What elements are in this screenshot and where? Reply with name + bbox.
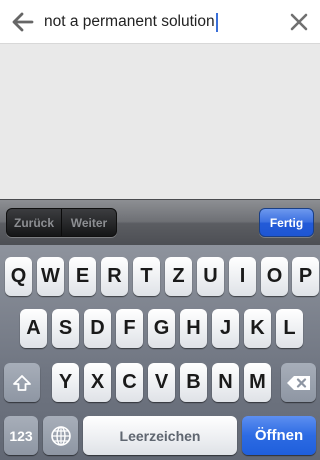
shift-icon <box>13 374 31 391</box>
prev-next-segmented-control: Zurück Weiter <box>6 208 117 237</box>
key-u[interactable]: U <box>197 257 224 296</box>
arrow-left-icon <box>12 12 34 32</box>
key-p[interactable]: P <box>292 257 319 296</box>
numbers-key[interactable]: 123 <box>4 416 38 455</box>
key-d[interactable]: D <box>84 309 111 348</box>
key-h[interactable]: H <box>180 309 207 348</box>
key-n[interactable]: N <box>212 363 239 402</box>
key-m[interactable]: M <box>244 363 271 402</box>
key-f[interactable]: F <box>116 309 143 348</box>
key-b[interactable]: B <box>180 363 207 402</box>
search-bar: not a permanent solution <box>0 0 320 44</box>
backspace-icon <box>286 375 310 390</box>
keyboard-accessory-bar: Zurück Weiter Fertig <box>0 199 320 245</box>
key-j[interactable]: J <box>212 309 239 348</box>
key-a[interactable]: A <box>20 309 47 348</box>
keyboard: Q W E R T Z U I O P A S D F G H J K L Y … <box>0 245 320 460</box>
key-v[interactable]: V <box>148 363 175 402</box>
key-r[interactable]: R <box>101 257 128 296</box>
key-s[interactable]: S <box>52 309 79 348</box>
key-q[interactable]: Q <box>5 257 32 296</box>
search-input[interactable]: not a permanent solution <box>44 9 280 35</box>
space-key[interactable]: Leerzeichen <box>83 416 237 455</box>
key-i[interactable]: I <box>229 257 256 296</box>
key-y[interactable]: Y <box>52 363 79 402</box>
back-button[interactable] <box>10 10 36 34</box>
key-z[interactable]: Z <box>165 257 192 296</box>
backspace-key[interactable] <box>281 363 316 402</box>
text-cursor <box>215 12 218 32</box>
key-g[interactable]: G <box>148 309 175 348</box>
next-button[interactable]: Weiter <box>61 209 116 236</box>
key-k[interactable]: K <box>244 309 271 348</box>
search-input-text: not a permanent solution <box>44 13 215 30</box>
globe-icon <box>50 425 71 446</box>
key-c[interactable]: C <box>116 363 143 402</box>
close-icon <box>290 13 308 31</box>
clear-button[interactable] <box>288 11 310 33</box>
key-e[interactable]: E <box>69 257 96 296</box>
key-o[interactable]: O <box>261 257 288 296</box>
shift-key[interactable] <box>4 363 40 402</box>
previous-button[interactable]: Zurück <box>7 209 61 236</box>
key-w[interactable]: W <box>37 257 64 296</box>
globe-key[interactable] <box>43 416 78 455</box>
key-t[interactable]: T <box>133 257 160 296</box>
key-l[interactable]: L <box>276 309 303 348</box>
open-go-key[interactable]: Öffnen <box>242 416 316 455</box>
done-button[interactable]: Fertig <box>259 208 314 237</box>
key-x[interactable]: X <box>84 363 111 402</box>
content-area <box>0 44 320 199</box>
